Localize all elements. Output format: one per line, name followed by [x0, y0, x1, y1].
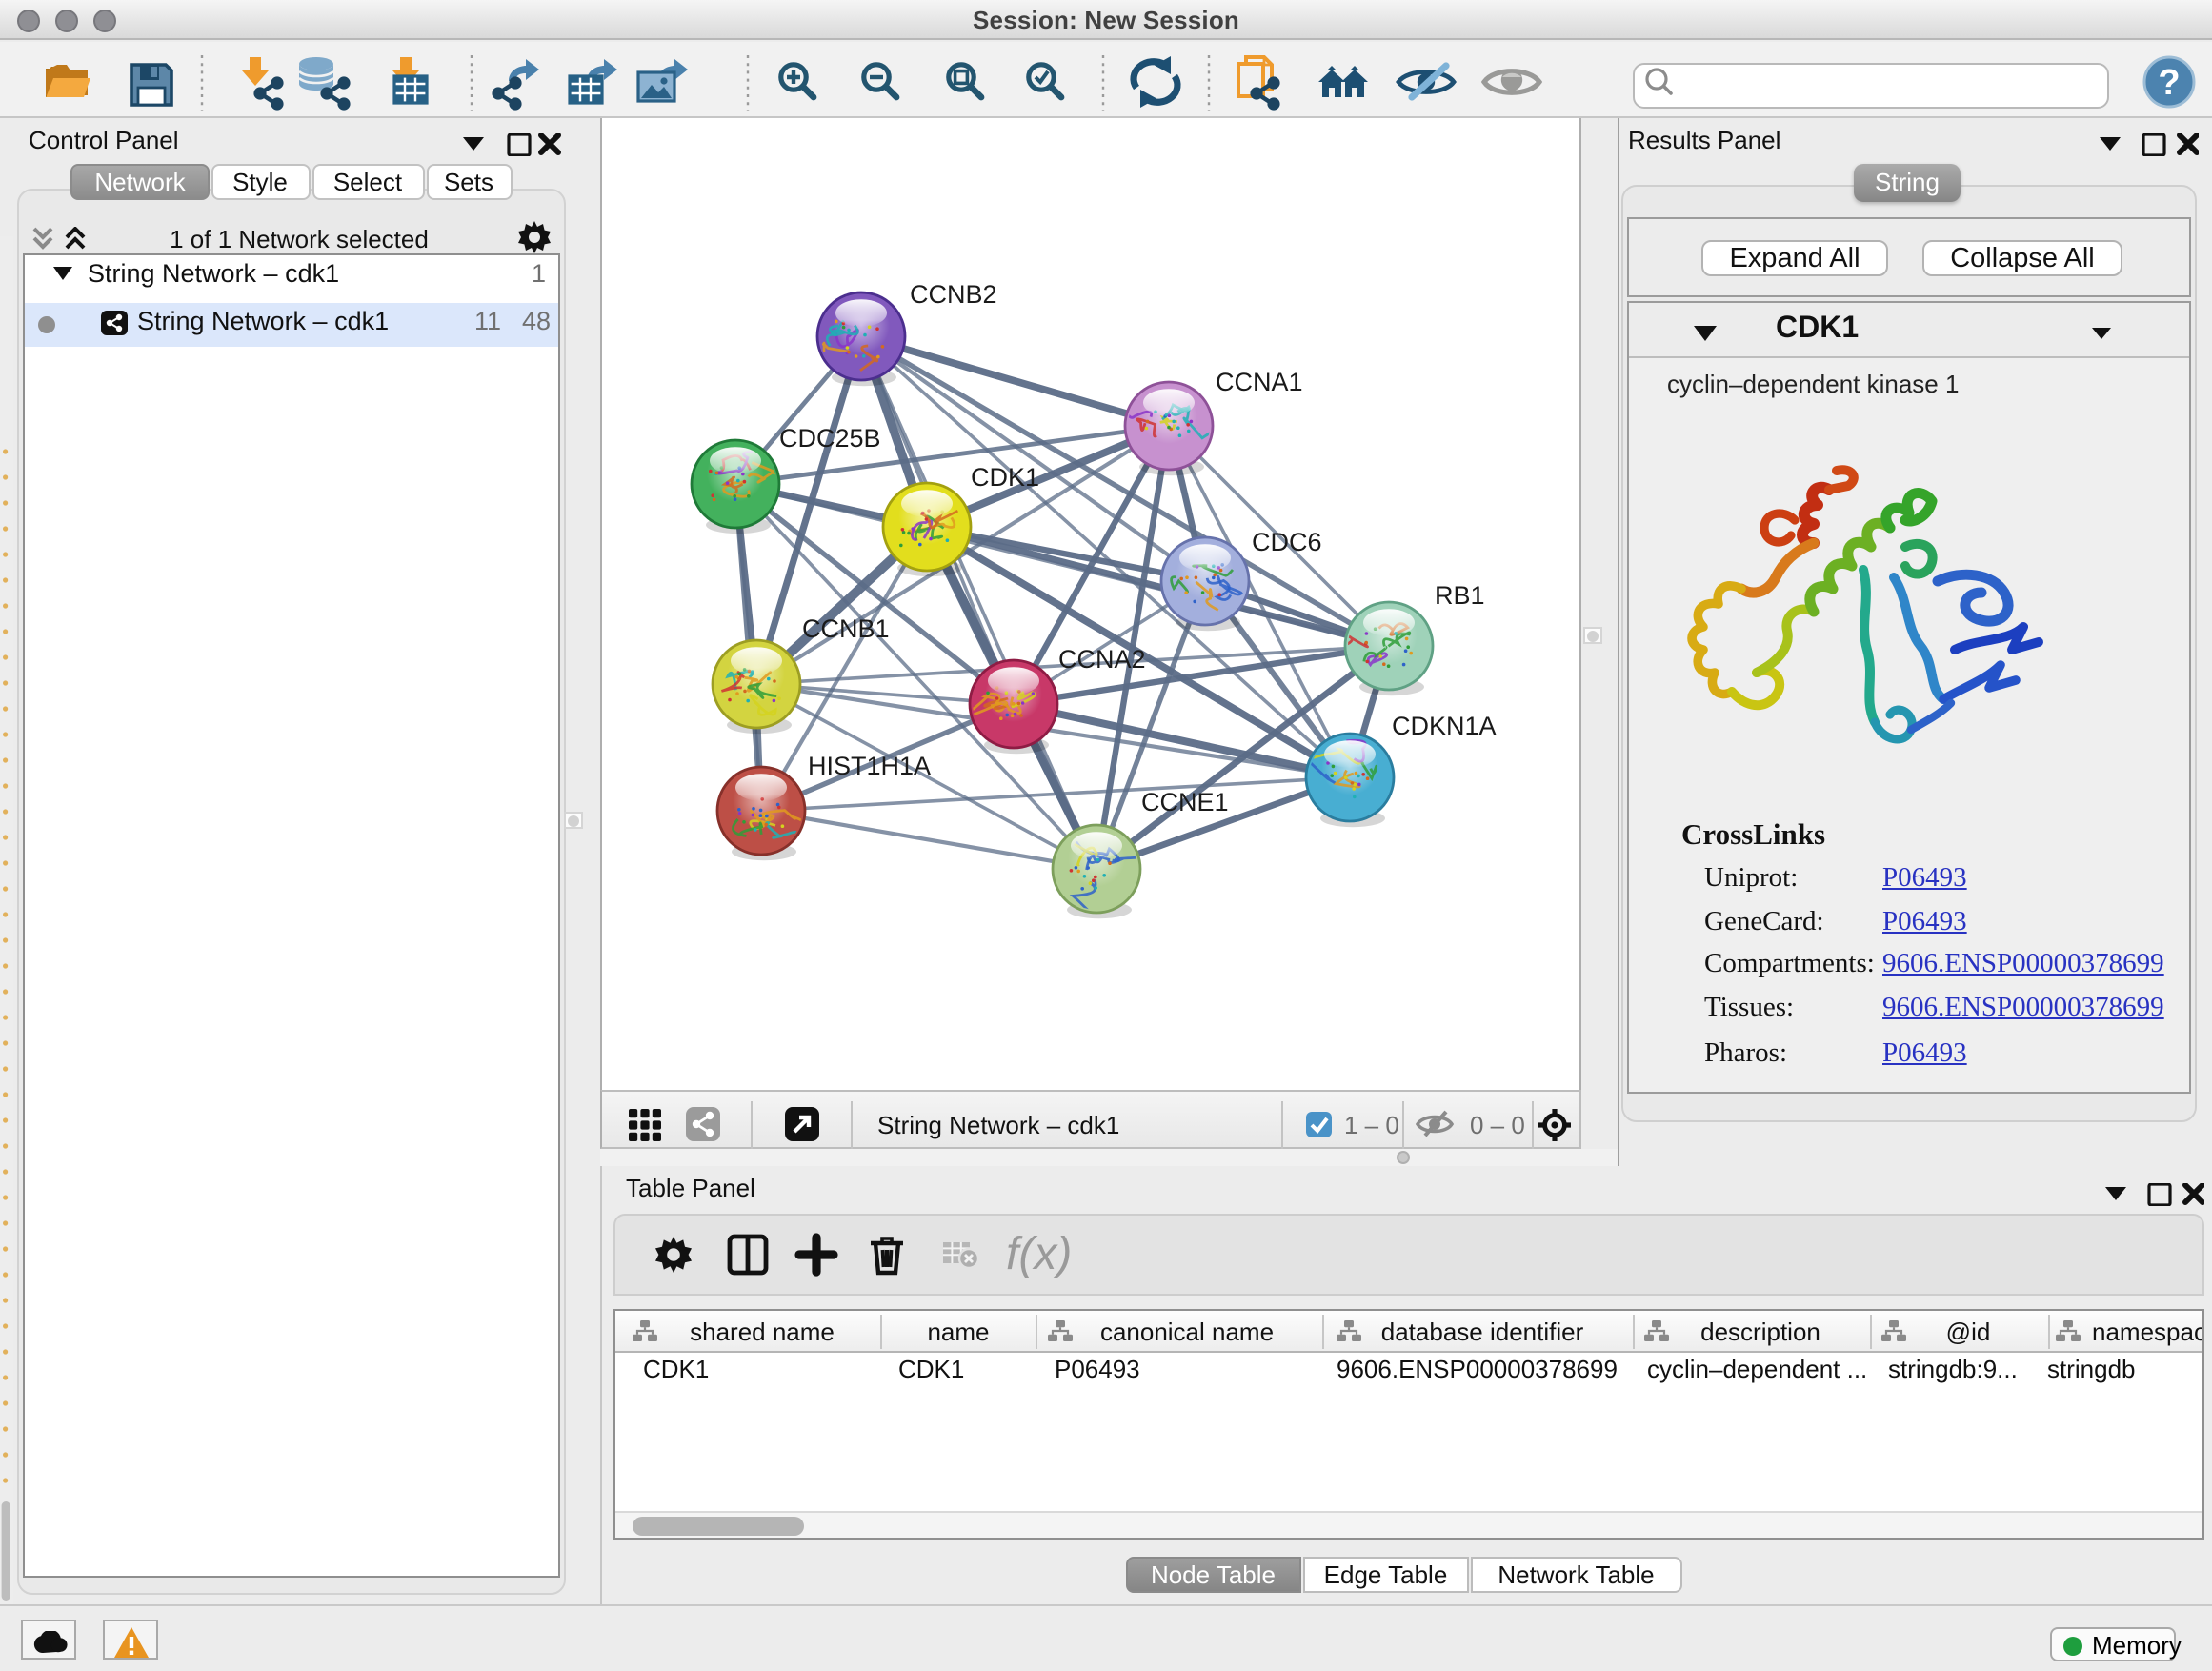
svg-text:CCNE1: CCNE1 — [1140, 788, 1228, 816]
svg-text:CCNA1: CCNA1 — [1215, 368, 1302, 396]
svg-text:shared name: shared name — [689, 1317, 834, 1345]
svg-text:HIST1H1A: HIST1H1A — [807, 752, 930, 780]
svg-text:database identifier: database identifier — [1380, 1317, 1583, 1345]
svg-text:description: description — [1699, 1317, 1820, 1345]
svg-text:namespac: namespac — [2091, 1317, 2202, 1345]
svg-text:0 – 0: 0 – 0 — [1469, 1111, 1524, 1139]
svg-text:@id: @id — [1945, 1317, 1990, 1345]
svg-text:CDK1: CDK1 — [970, 463, 1038, 492]
svg-text:CDC25B: CDC25B — [778, 424, 880, 453]
svg-text:f(x): f(x) — [1005, 1228, 1071, 1278]
svg-text:RB1: RB1 — [1434, 581, 1484, 610]
svg-text:CCNB1: CCNB1 — [801, 614, 889, 643]
svg-text:name: name — [926, 1317, 988, 1345]
svg-text:CCNB2: CCNB2 — [909, 280, 996, 309]
svg-text:1 – 0: 1 – 0 — [1343, 1111, 1398, 1139]
svg-text:CDC6: CDC6 — [1251, 528, 1321, 556]
svg-text:CCNA2: CCNA2 — [1057, 645, 1145, 674]
svg-text:canonical name: canonical name — [1099, 1317, 1273, 1345]
svg-text:?: ? — [2158, 63, 2180, 103]
svg-text:CDKN1A: CDKN1A — [1391, 712, 1496, 740]
svg-text:String Network – cdk1: String Network – cdk1 — [876, 1111, 1118, 1139]
